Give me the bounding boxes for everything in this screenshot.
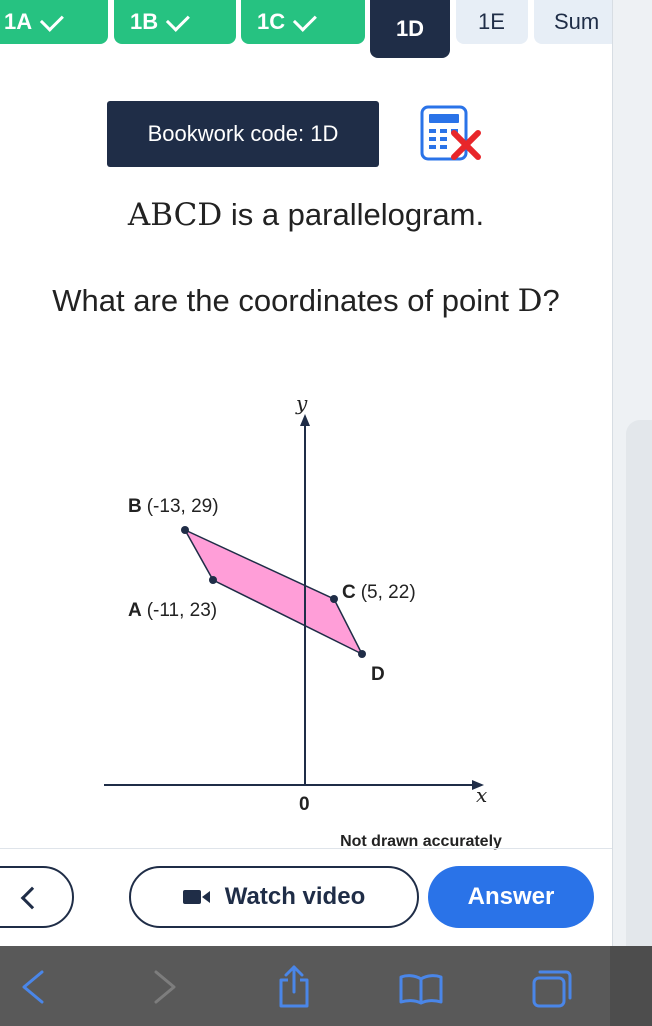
strip-panel bbox=[626, 420, 652, 946]
label-b-name: B bbox=[128, 496, 142, 517]
label-c-coords: (5, 22) bbox=[361, 582, 416, 603]
point-b bbox=[181, 526, 189, 534]
page-side-strip bbox=[612, 0, 652, 946]
label-c: C (5, 22) bbox=[342, 582, 416, 603]
tab-label: 1E bbox=[478, 9, 505, 34]
y-axis-arrow bbox=[300, 414, 310, 426]
parallelogram-shape bbox=[183, 528, 364, 656]
bookwork-label: Bookwork code: 1D bbox=[147, 121, 339, 146]
bookmarks-icon[interactable] bbox=[398, 972, 444, 1006]
calculator-not-allowed-icon bbox=[420, 105, 481, 161]
parallelogram-diagram: y x 0 B (-13, 29) A (-11, 23) C (5, 22) D N… bbox=[104, 391, 502, 850]
label-a-coords: (-11, 23) bbox=[147, 600, 217, 621]
check-icon bbox=[165, 7, 191, 32]
tab-1a[interactable]: 1A bbox=[0, 0, 108, 44]
tab-summary[interactable]: Sum bbox=[534, 0, 612, 44]
tab-1c[interactable]: 1C bbox=[241, 0, 365, 44]
math-abcd: ABCD bbox=[127, 197, 223, 233]
check-icon bbox=[39, 7, 65, 32]
tab-label: Sum bbox=[554, 9, 600, 34]
chevron-left-icon bbox=[20, 886, 44, 910]
point-d bbox=[358, 650, 366, 658]
answer-button[interactable]: Answer bbox=[428, 866, 594, 928]
video-camera-icon bbox=[182, 889, 211, 905]
question-line-2: What are the coordinates of point D? bbox=[0, 283, 612, 319]
browser-back-icon[interactable] bbox=[18, 968, 48, 1006]
watch-video-label: Watch video bbox=[224, 883, 366, 910]
answer-label: Answer bbox=[467, 883, 555, 910]
check-icon bbox=[292, 7, 318, 32]
bookwork-code: Bookwork code: 1D bbox=[107, 101, 379, 167]
tab-bar: 1A 1B 1C 1D 1E Sum bbox=[0, 0, 612, 60]
label-b: B (-13, 29) bbox=[128, 496, 219, 517]
strip-edge bbox=[612, 0, 613, 946]
tab-label: 1A bbox=[4, 9, 33, 34]
label-d: D bbox=[371, 664, 385, 685]
tab-label: 1B bbox=[130, 9, 159, 34]
toolbar-edge bbox=[610, 946, 652, 1026]
y-axis-label: y bbox=[295, 391, 308, 415]
point-a bbox=[209, 576, 217, 584]
divider bbox=[0, 848, 612, 849]
question-line-1: ABCD is a parallelogram. bbox=[0, 197, 612, 233]
x-axis-label: x bbox=[476, 783, 487, 807]
tabs-icon[interactable] bbox=[530, 968, 574, 1010]
label-c-name: C bbox=[342, 582, 356, 603]
browser-forward-icon[interactable] bbox=[150, 968, 180, 1006]
math-d: D bbox=[517, 283, 543, 319]
back-button[interactable] bbox=[0, 866, 74, 928]
tab-1d[interactable]: 1D bbox=[370, 0, 450, 58]
tab-1e[interactable]: 1E bbox=[456, 0, 528, 44]
origin-label: 0 bbox=[299, 794, 310, 815]
label-a: A (-11, 23) bbox=[128, 600, 217, 621]
watch-video-button[interactable]: Watch video bbox=[129, 866, 419, 928]
browser-toolbar bbox=[0, 946, 652, 1026]
point-c bbox=[330, 595, 338, 603]
question-text: is a parallelogram. bbox=[222, 197, 485, 232]
question-end: ? bbox=[542, 283, 560, 318]
share-icon[interactable] bbox=[276, 964, 312, 1010]
label-b-coords: (-13, 29) bbox=[147, 496, 219, 517]
tab-label: 1D bbox=[395, 16, 425, 41]
tab-label: 1C bbox=[257, 9, 286, 34]
label-a-name: A bbox=[128, 600, 142, 621]
question-text: What are the coordinates of point bbox=[52, 283, 518, 318]
tab-1b[interactable]: 1B bbox=[114, 0, 236, 44]
